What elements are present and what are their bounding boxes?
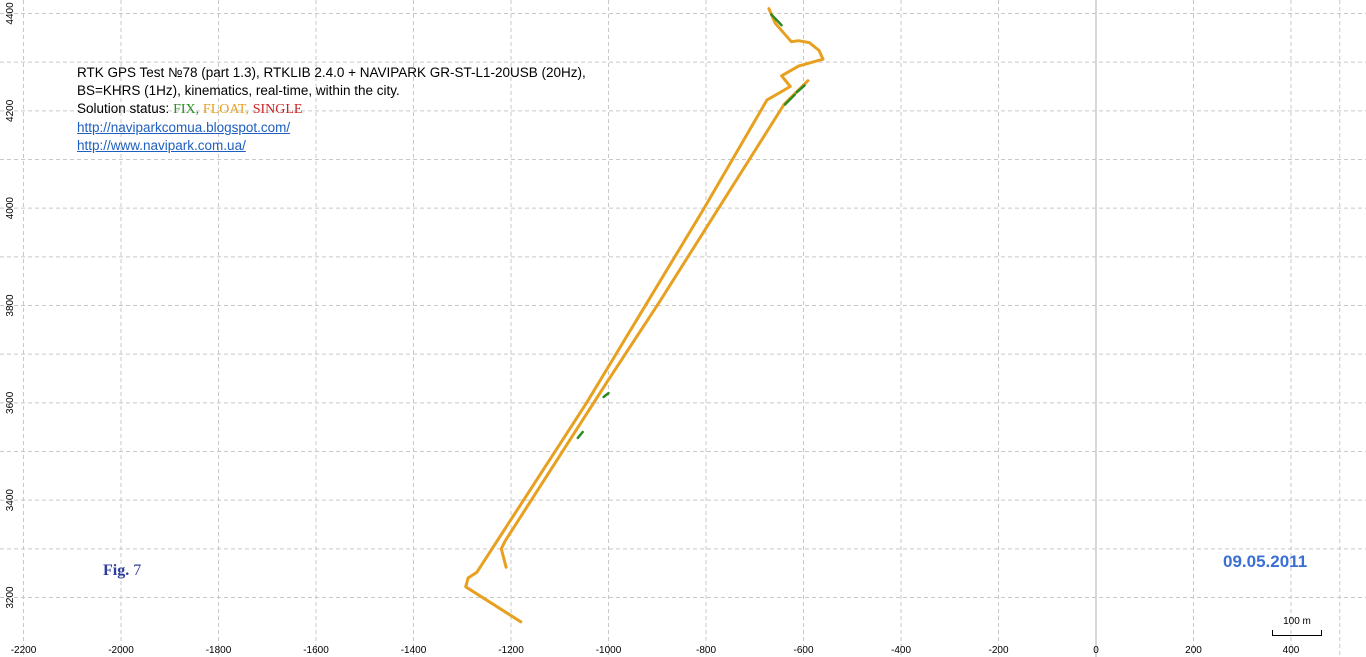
y-tick-label: 3200 <box>5 586 16 609</box>
x-tick-label: -1200 <box>498 645 524 656</box>
scale-bar: 100 m <box>1272 616 1322 636</box>
x-tick-label: -600 <box>793 645 813 656</box>
y-tick-label: 4400 <box>5 2 16 25</box>
figure-number: 7 <box>133 562 142 579</box>
status-float: FLOAT, <box>202 102 249 117</box>
y-tick-label: 3800 <box>5 294 16 317</box>
x-tick-label: -1600 <box>303 645 329 656</box>
y-tick-label: 4200 <box>5 99 16 122</box>
date-label: 09.05.2011 <box>1223 552 1308 571</box>
x-tick-label: -1800 <box>206 645 232 656</box>
x-tick-label: 400 <box>1283 645 1300 656</box>
title-line-2: BS=KHRS (1Hz), kinematics, real-time, wi… <box>77 83 400 98</box>
x-tick-label: -1400 <box>401 645 427 656</box>
x-tick-label: -200 <box>988 645 1008 656</box>
figure-label-prefix: Fig. <box>103 562 130 579</box>
solution-status-label: Solution status: <box>77 101 170 116</box>
y-tick-label: 3400 <box>5 489 16 512</box>
x-tick-label: -1000 <box>596 645 622 656</box>
track-series-fix-5 <box>602 391 610 399</box>
track-series-fix-3 <box>783 93 796 106</box>
status-fix: FIX, <box>173 102 200 117</box>
x-tick-label: -2000 <box>108 645 134 656</box>
figure-label: Fig. 7 <box>103 562 141 580</box>
title-line-1: RTK GPS Test №78 (part 1.3), RTKLIB 2.4.… <box>77 65 586 80</box>
solution-status-line: Solution status: FIX, FLOAT, SINGLE <box>77 100 586 119</box>
x-tick-label: -2200 <box>11 645 37 656</box>
status-single: SINGLE <box>252 102 303 117</box>
x-tick-label: -400 <box>891 645 911 656</box>
site-link[interactable]: http://www.navipark.com.ua/ <box>77 138 246 153</box>
scale-bar-label: 100 m <box>1283 616 1311 627</box>
y-tick-label: 4000 <box>5 197 16 220</box>
info-block: RTK GPS Test №78 (part 1.3), RTKLIB 2.4.… <box>77 64 586 155</box>
track-series-fix-4 <box>576 430 584 440</box>
y-tick-label: 3600 <box>5 391 16 414</box>
x-tick-label: 0 <box>1093 645 1099 656</box>
blog-link[interactable]: http://naviparkcomua.blogspot.com/ <box>77 120 290 135</box>
x-tick-label: -800 <box>696 645 716 656</box>
x-tick-label: 200 <box>1185 645 1202 656</box>
scale-bar-line <box>1272 630 1322 636</box>
